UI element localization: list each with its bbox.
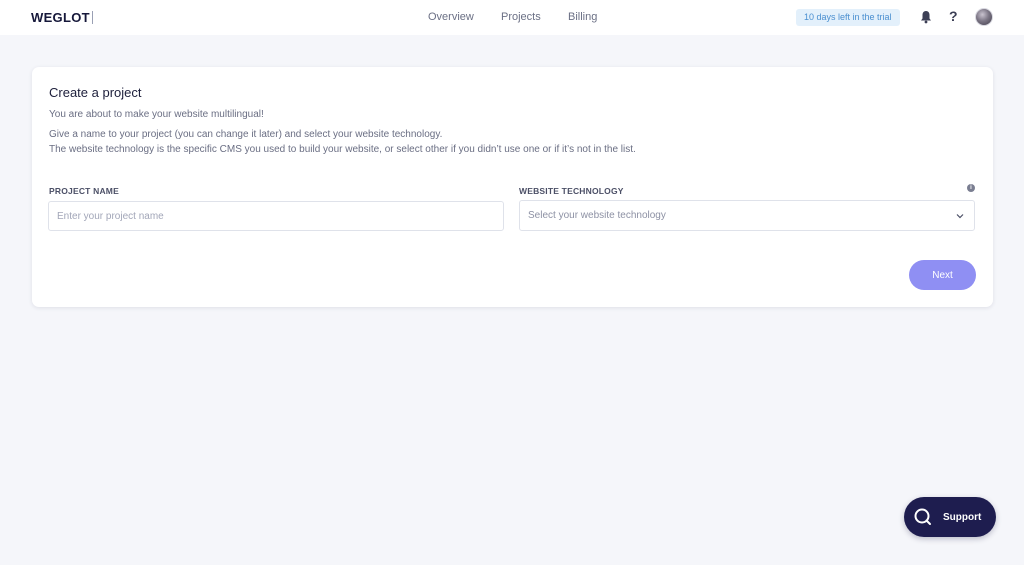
project-name-label: PROJECT NAME — [49, 186, 119, 196]
search-chat-icon — [914, 508, 931, 525]
project-name-input[interactable] — [48, 201, 504, 231]
website-technology-placeholder: Select your website technology — [528, 210, 666, 221]
top-navigation-bar: WEGLOT Overview Projects Billing 10 days… — [0, 0, 1024, 35]
page-title: Create a project — [49, 85, 142, 100]
logo-divider — [92, 11, 93, 24]
create-project-card: Create a project You are about to make y… — [32, 67, 993, 307]
bell-icon[interactable] — [920, 10, 932, 24]
nav-overview[interactable]: Overview — [428, 11, 474, 23]
support-label: Support — [943, 511, 982, 523]
next-button[interactable]: Next — [909, 260, 976, 290]
technology-explanation: The website technology is the specific C… — [49, 144, 636, 155]
website-technology-select[interactable]: Select your website technology — [519, 200, 975, 231]
user-avatar[interactable] — [975, 8, 993, 26]
support-button[interactable]: Support — [904, 497, 996, 537]
help-icon[interactable]: ? — [949, 8, 958, 24]
instruction-text: Give a name to your project (you can cha… — [49, 129, 443, 140]
website-technology-label: WEBSITE TECHNOLOGY — [519, 186, 624, 196]
nav-projects[interactable]: Projects — [501, 11, 541, 23]
intro-text: You are about to make your website multi… — [49, 109, 264, 120]
nav-billing[interactable]: Billing — [568, 11, 597, 23]
info-icon[interactable]: i — [967, 184, 975, 192]
chevron-down-icon — [956, 214, 964, 219]
trial-badge[interactable]: 10 days left in the trial — [796, 9, 900, 26]
weglot-logo[interactable]: WEGLOT — [31, 10, 90, 25]
